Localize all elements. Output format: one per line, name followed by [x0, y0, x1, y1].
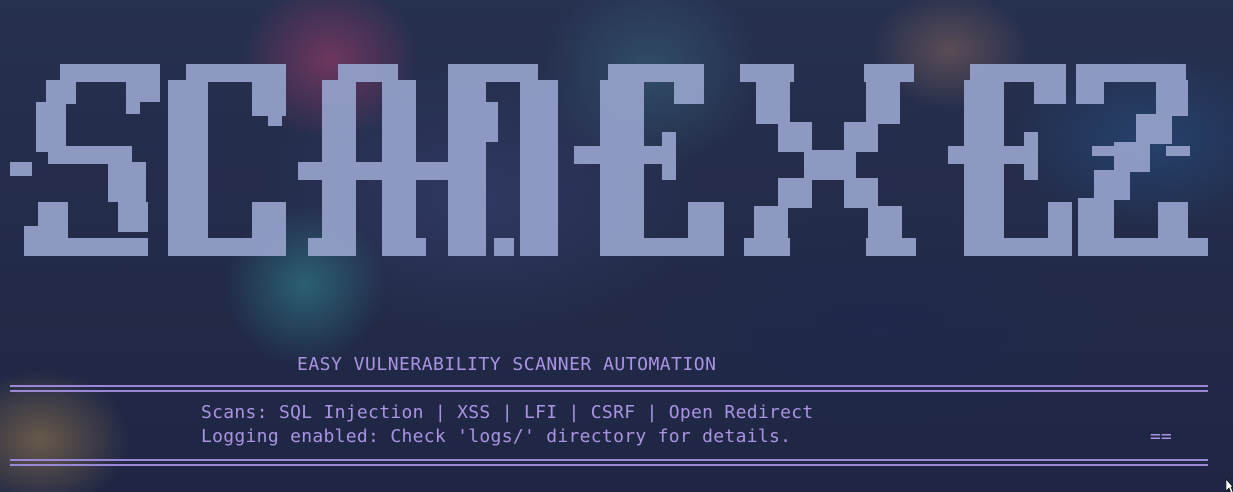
- banner-letter-e: [574, 64, 724, 256]
- banner-letter-z: [1076, 64, 1208, 256]
- divider-bottom-1: [10, 459, 1208, 461]
- banner-letter-s: [10, 64, 160, 256]
- banner-letter-c: [168, 64, 286, 256]
- divider-bottom-2: [10, 464, 1208, 466]
- banner-letter-e-2: [948, 64, 1072, 256]
- banner-letter-x: [740, 64, 916, 256]
- mouse-pointer-icon: [1225, 478, 1233, 492]
- logging-info-line: Logging enabled: Check 'logs/' directory…: [201, 426, 792, 447]
- banner-letter-a: [298, 64, 448, 256]
- scans-info-line: Scans: SQL Injection | XSS | LFI | CSRF …: [201, 402, 814, 423]
- trailing-equals: ==: [1150, 426, 1172, 447]
- banner-letter-n: [448, 64, 558, 256]
- divider-top-1: [10, 385, 1208, 387]
- ascii-banner-logo: [8, 62, 1213, 262]
- divider-top-2: [10, 390, 1208, 392]
- subtitle: EASY VULNERABILITY SCANNER AUTOMATION: [297, 354, 717, 375]
